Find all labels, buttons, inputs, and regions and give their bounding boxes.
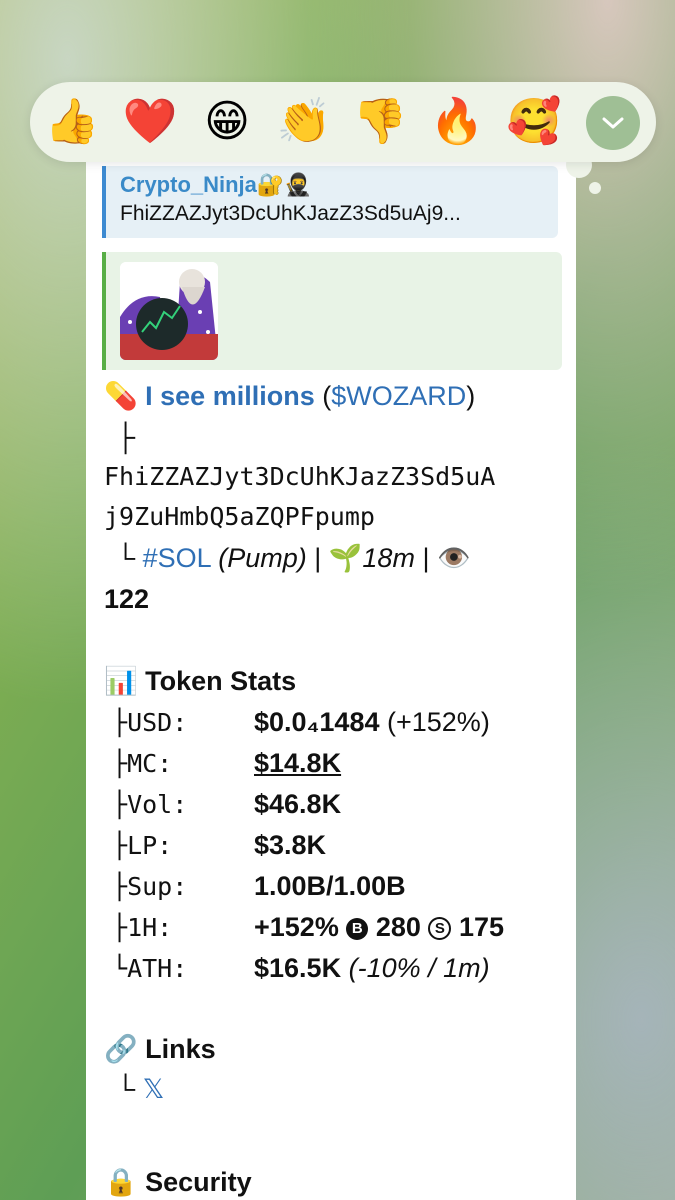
- smiling-face-with-hearts-reaction[interactable]: 🥰: [504, 94, 564, 150]
- seedling-icon: 🌱: [328, 543, 363, 574]
- chain-hashtag[interactable]: #SOL: [143, 543, 211, 573]
- stat-extra: (-10% / 1m): [348, 953, 490, 983]
- stat-label: ATH:: [127, 954, 188, 983]
- clapping-hands-reaction[interactable]: 👏: [274, 94, 334, 150]
- contract-address-line-2[interactable]: j9ZuHmbQ5aZQPFpump: [104, 502, 375, 531]
- stat-value: +152%: [254, 912, 339, 942]
- tree-prefix: ├: [112, 790, 128, 819]
- tree-end: └: [116, 543, 136, 573]
- stat-row-mc: ├MC: $14.8K: [112, 748, 341, 779]
- bar-chart-icon: 📊: [104, 666, 138, 697]
- stat-label: 1H:: [127, 913, 173, 942]
- fire-reaction[interactable]: 🔥: [427, 94, 487, 150]
- lock-icon: 🔒: [104, 1167, 138, 1198]
- stat-value: $3.8K: [254, 830, 327, 860]
- security-heading: 🔒 Security: [104, 1166, 252, 1198]
- reaction-bar-tail-dot: [589, 182, 601, 194]
- tree-end: └: [116, 1074, 136, 1104]
- stat-value: $46.8K: [254, 789, 342, 819]
- platform-label: (Pump): [218, 543, 307, 573]
- x-link[interactable]: 𝕏: [143, 1074, 165, 1104]
- ticker-paren-close: ): [466, 381, 476, 411]
- stat-row-sup: ├Sup: 1.00B/1.00B: [112, 871, 406, 902]
- token-stats-heading: 📊 Token Stats: [104, 665, 296, 697]
- pill-icon: 💊: [104, 381, 138, 412]
- buys-icon: B: [346, 918, 369, 940]
- reaction-picker: 👍 ❤️ 😁 👏 👎 🔥 🥰: [30, 82, 656, 162]
- thumbs-down-reaction[interactable]: 👎: [350, 94, 410, 150]
- ticker-paren-open: (: [322, 381, 332, 411]
- stat-row-lp: ├LP: $3.8K: [112, 830, 326, 861]
- reply-author: Crypto_Ninja🔐🥷: [120, 172, 312, 197]
- tree-prefix: ├: [112, 708, 128, 737]
- expand-reactions-button[interactable]: [586, 96, 640, 150]
- tree-branch: ├: [116, 422, 136, 452]
- links-row: └ 𝕏: [116, 1074, 164, 1105]
- sells-icon: S: [428, 917, 452, 940]
- chevron-down-icon: [602, 117, 624, 129]
- tree-prefix: ├: [112, 913, 128, 942]
- grinning-face-reaction[interactable]: 😁: [197, 94, 257, 150]
- reply-quote[interactable]: Crypto_Ninja🔐🥷 FhiZZAZJyt3DcUhKJazZ3Sd5u…: [102, 166, 558, 238]
- stat-value: 1.00B/1.00B: [254, 871, 406, 901]
- token-name-link[interactable]: I see millions: [145, 381, 315, 411]
- tree-prefix: └: [112, 954, 128, 983]
- views-count: 122: [104, 584, 150, 614]
- sells-count: 175: [458, 912, 505, 942]
- stat-label: USD:: [127, 708, 188, 737]
- thumbs-up-reaction[interactable]: 👍: [42, 94, 102, 150]
- ticker-link[interactable]: $WOZARD: [331, 381, 466, 411]
- stat-label: Sup:: [127, 872, 188, 901]
- token-title-line: 💊 I see millions ($WOZARD): [104, 380, 475, 412]
- reply-text: FhiZZAZJyt3DcUhKJazZ3Sd5uAj9...: [120, 202, 461, 225]
- tree-prefix: ├: [112, 831, 128, 860]
- stat-row-vol: ├Vol: $46.8K: [112, 789, 341, 820]
- token-stats-title: Token Stats: [145, 666, 297, 696]
- token-age: 18m: [362, 543, 415, 573]
- stat-extra: (+152%): [387, 707, 490, 737]
- eye-icon: 👁️: [436, 543, 471, 574]
- stat-label: MC:: [127, 749, 173, 778]
- tree-prefix: ├: [112, 872, 128, 901]
- link-preview[interactable]: [102, 252, 562, 370]
- security-title: Security: [145, 1167, 252, 1197]
- stat-row-1h: ├1H: +152% B 280 S 175: [112, 912, 504, 943]
- separator: |: [314, 543, 322, 573]
- red-heart-reaction[interactable]: ❤️: [120, 94, 180, 150]
- stat-label: Vol:: [127, 790, 188, 819]
- contract-address-line-1[interactable]: FhiZZAZJyt3DcUhKJazZ3Sd5uA: [104, 462, 495, 491]
- token-meta-line: └ #SOL (Pump) | 🌱18m | 👁️: [116, 542, 471, 574]
- market-cap-link[interactable]: $14.8K: [254, 748, 341, 778]
- link-icon: 🔗: [104, 1034, 138, 1065]
- separator: |: [422, 543, 430, 573]
- stat-row-usd: ├USD: $0.0₄1484 (+152%): [112, 707, 490, 738]
- stat-label: LP:: [127, 831, 173, 860]
- buys-count: 280: [375, 912, 421, 942]
- stat-value: $16.5K: [254, 953, 342, 983]
- stat-value: $0.0₄1484: [254, 707, 380, 737]
- wizard-thumbnail[interactable]: [120, 262, 218, 360]
- tree-prefix: ├: [112, 749, 128, 778]
- stat-row-ath: └ATH: $16.5K (-10% / 1m): [112, 953, 490, 984]
- links-title: Links: [145, 1034, 216, 1064]
- links-heading: 🔗 Links: [104, 1033, 216, 1065]
